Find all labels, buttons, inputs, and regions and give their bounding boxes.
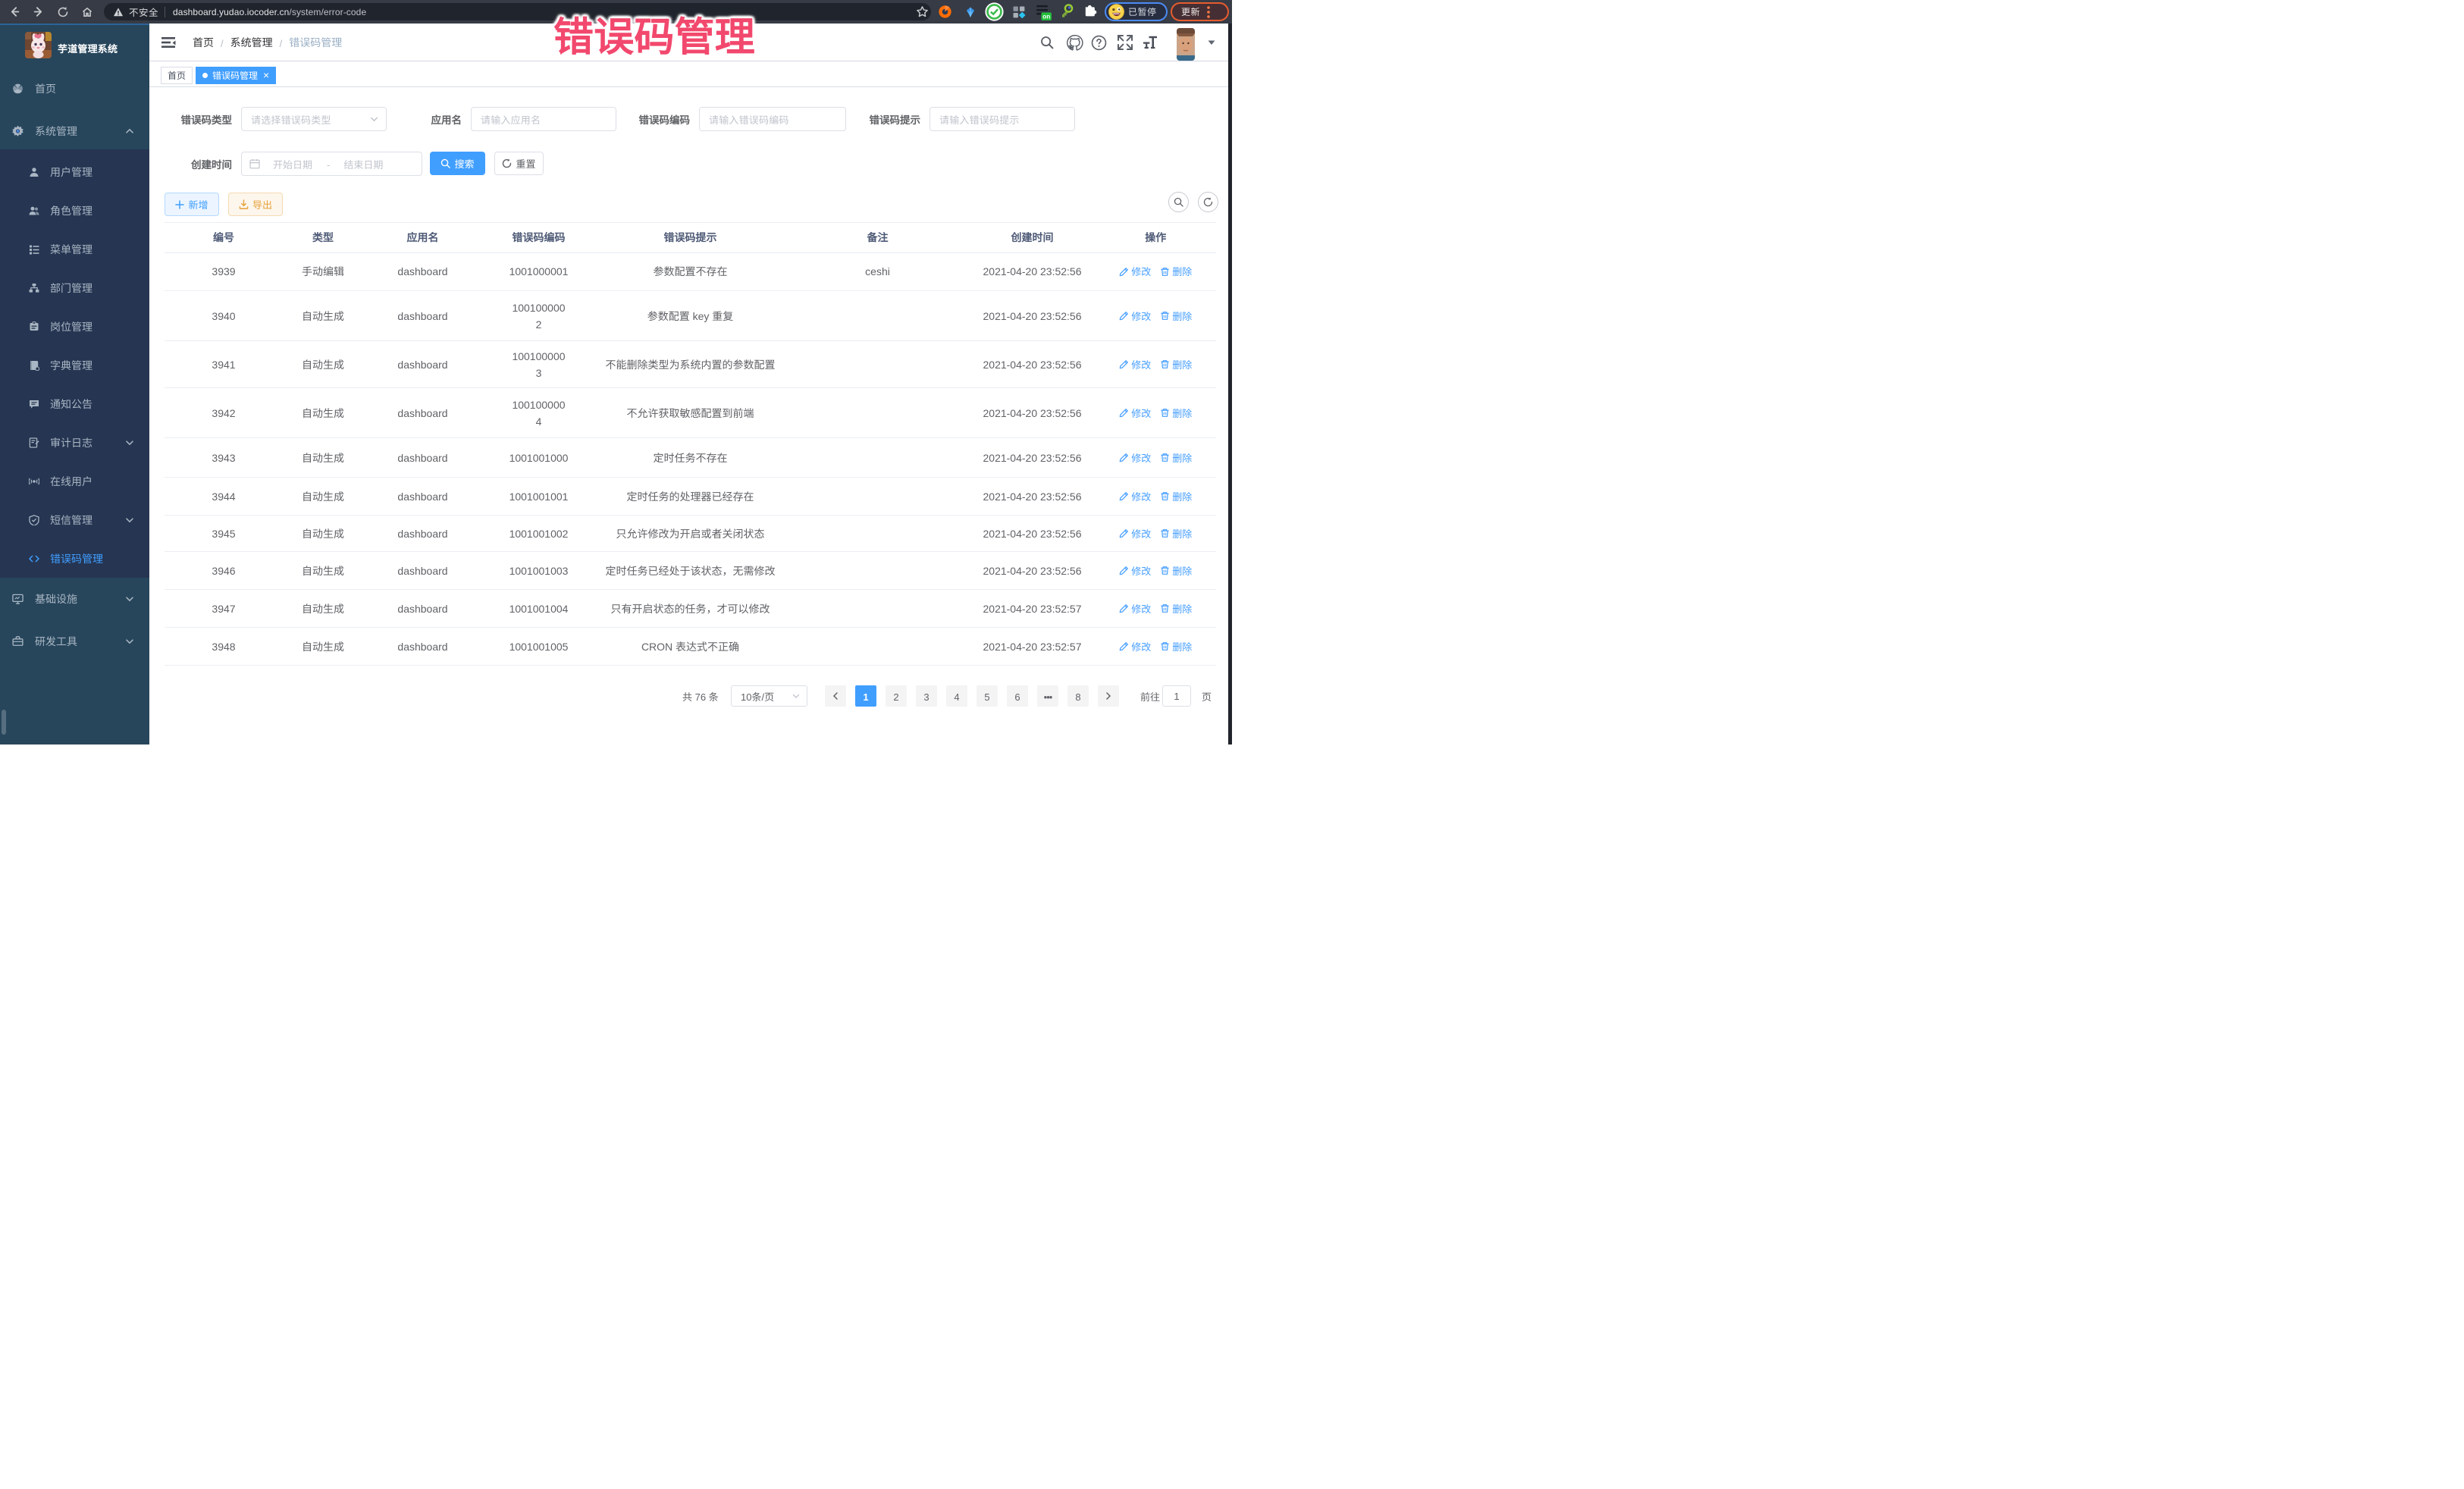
svg-text:on: on [1042, 12, 1050, 20]
